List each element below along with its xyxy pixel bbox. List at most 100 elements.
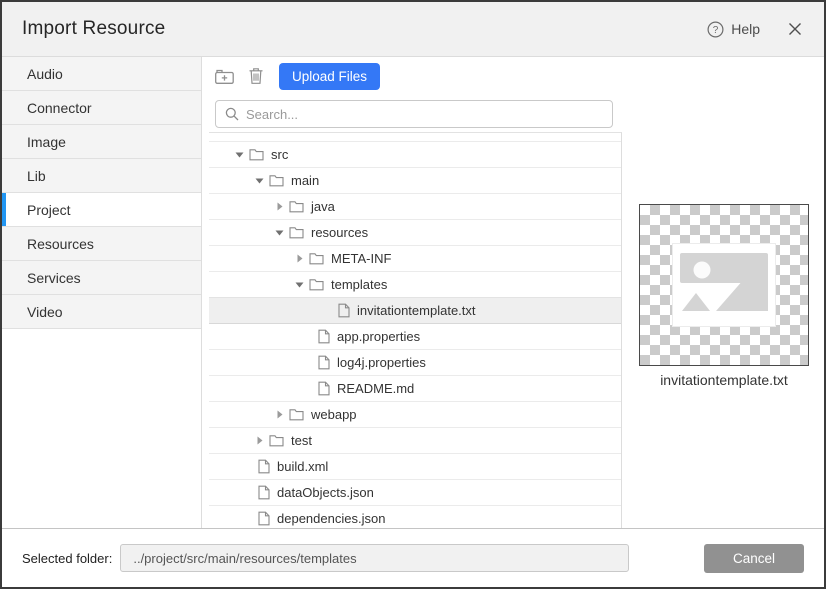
folder-icon (269, 174, 284, 187)
selected-folder-label: Selected folder: (22, 551, 112, 566)
folder-icon (309, 278, 324, 291)
tree-row[interactable]: README.md (209, 376, 621, 402)
chevron-down-icon[interactable] (254, 176, 264, 185)
close-button[interactable] (786, 20, 804, 38)
tree-item-label: META-INF (331, 251, 391, 266)
import-resource-dialog: Import Resource ? Help Au (0, 0, 826, 589)
tree-item-label: dataObjects.json (277, 485, 374, 500)
search-icon (225, 107, 239, 121)
tree-row[interactable]: src (209, 142, 621, 168)
search-box (215, 100, 613, 128)
close-icon (788, 22, 802, 36)
sidebar-item-label: Video (27, 304, 63, 320)
sidebar-item-label: Image (27, 134, 66, 150)
sidebar-item-resources[interactable]: Resources (2, 227, 201, 261)
tree-row[interactable]: log4j.properties (209, 350, 621, 376)
tree-row[interactable]: main (209, 168, 621, 194)
sidebar-item-services[interactable]: Services (2, 261, 201, 295)
tree-item-label: README.md (337, 381, 414, 396)
tree-item-label: app.properties (337, 329, 420, 344)
image-placeholder-icon (680, 253, 768, 317)
tree-row[interactable]: META-INF (209, 246, 621, 272)
delete-button[interactable] (248, 67, 264, 85)
dialog-body: Audio Connector Image Lib Project Resources Se… (2, 57, 824, 528)
folder-icon (289, 408, 304, 421)
new-folder-button[interactable] (214, 68, 235, 85)
tree-item-label: log4j.properties (337, 355, 426, 370)
help-label: Help (731, 21, 760, 37)
upload-files-button[interactable]: Upload Files (279, 63, 380, 90)
selected-folder-input[interactable] (120, 544, 629, 572)
tree-item-label: dependencies.json (277, 511, 385, 526)
file-icon (258, 485, 270, 500)
new-folder-icon (214, 68, 235, 85)
sidebar-item-image[interactable]: Image (2, 125, 201, 159)
chevron-down-icon[interactable] (294, 280, 304, 289)
sidebar-item-connector[interactable]: Connector (2, 91, 201, 125)
sidebar: Audio Connector Image Lib Project Resources Se… (2, 57, 202, 528)
sidebar-item-video[interactable]: Video (2, 295, 201, 329)
tree-item-label: java (311, 199, 335, 214)
svg-text:?: ? (713, 25, 719, 36)
chevron-down-icon[interactable] (274, 228, 284, 237)
cancel-button[interactable]: Cancel (704, 544, 804, 573)
file-icon (258, 511, 270, 526)
chevron-down-icon[interactable] (234, 150, 244, 159)
sidebar-item-lib[interactable]: Lib (2, 159, 201, 193)
sidebar-item-label: Resources (27, 236, 94, 252)
tree-row[interactable]: resources (209, 220, 621, 246)
tree-item-label: test (291, 433, 312, 448)
file-icon (258, 459, 270, 474)
search-input[interactable] (246, 107, 603, 122)
toolbar: Upload Files (209, 61, 622, 91)
tree-row[interactable]: build.xml (209, 454, 621, 480)
sidebar-item-project[interactable]: Project (2, 193, 201, 227)
dialog-title: Import Resource (22, 18, 165, 40)
tree-row[interactable]: dependencies.json (209, 506, 621, 528)
tree-row[interactable]: dataObjects.json (209, 480, 621, 506)
main-panel: Upload Files srcmain java resources META-IN… (202, 57, 622, 528)
tree-item-label: webapp (311, 407, 357, 422)
folder-icon (249, 148, 264, 161)
folder-icon (269, 434, 284, 447)
tree-row-clipped (209, 133, 621, 142)
file-tree: srcmain java resources META-INF templates inv… (209, 132, 622, 528)
tree-item-label: invitationtemplate.txt (357, 303, 476, 318)
file-icon (318, 355, 330, 370)
chevron-right-icon[interactable] (274, 202, 284, 211)
folder-icon (309, 252, 324, 265)
tree-item-label: build.xml (277, 459, 328, 474)
sidebar-item-label: Connector (27, 100, 92, 116)
dialog-header: Import Resource ? Help (2, 2, 824, 57)
tree-row[interactable]: test (209, 428, 621, 454)
tree-item-label: src (271, 147, 288, 162)
dialog-footer: Selected folder: Cancel (2, 528, 824, 587)
tree-item-label: main (291, 173, 319, 188)
sidebar-item-label: Audio (27, 66, 63, 82)
trash-icon (248, 67, 264, 85)
sidebar-item-label: Lib (27, 168, 46, 184)
folder-icon (289, 226, 304, 239)
file-icon (318, 381, 330, 396)
help-button[interactable]: ? Help (707, 21, 760, 38)
chevron-right-icon[interactable] (274, 410, 284, 419)
chevron-right-icon[interactable] (294, 254, 304, 263)
preview-panel: invitationtemplate.txt (622, 57, 824, 528)
header-actions: ? Help (707, 20, 804, 38)
tree-row[interactable]: templates (209, 272, 621, 298)
file-icon (318, 329, 330, 344)
tree-row[interactable]: app.properties (209, 324, 621, 350)
tree-row[interactable]: invitationtemplate.txt (209, 298, 621, 324)
preview-caption: invitationtemplate.txt (639, 372, 809, 388)
sidebar-item-audio[interactable]: Audio (2, 57, 201, 91)
folder-icon (289, 200, 304, 213)
file-icon (338, 303, 350, 318)
sidebar-item-label: Services (27, 270, 81, 286)
chevron-right-icon[interactable] (254, 436, 264, 445)
tree-item-label: resources (311, 225, 368, 240)
help-icon: ? (707, 21, 724, 38)
tree-item-label: templates (331, 277, 387, 292)
sidebar-item-label: Project (27, 202, 71, 218)
tree-row[interactable]: webapp (209, 402, 621, 428)
tree-row[interactable]: java (209, 194, 621, 220)
